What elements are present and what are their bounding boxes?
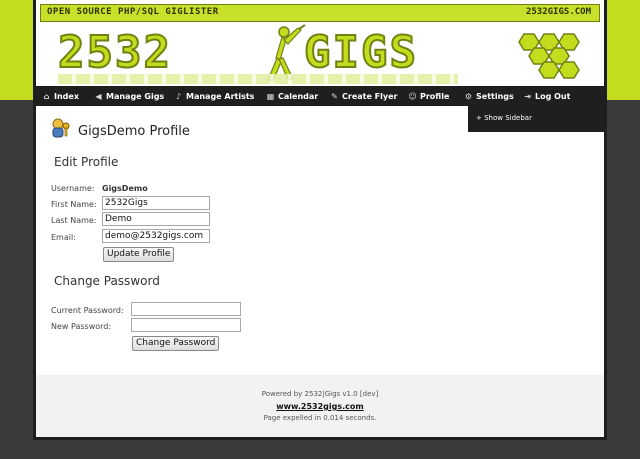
username-label: Username: xyxy=(51,184,95,193)
footer-powered-by: Powered by 2532|Gigs v1.0 [dev] xyxy=(261,390,379,398)
change-password-heading: Change Password xyxy=(54,274,160,288)
footer-site-link[interactable]: www.2532gigs.com xyxy=(276,402,364,411)
last-name-input[interactable] xyxy=(102,212,210,226)
site-tagline: OPEN SOURCE PHP/SQL GIGLISTER xyxy=(47,7,219,17)
nav-label: Log Out xyxy=(535,91,571,101)
page-container: OPEN SOURCE PHP/SQL GIGLISTER 2532GIGS.C… xyxy=(33,0,607,440)
first-name-input[interactable] xyxy=(102,196,210,210)
user-key-icon xyxy=(52,118,70,137)
new-password-label: New Password: xyxy=(51,322,112,331)
flyer-icon: ✎ xyxy=(331,91,338,101)
username-value: GigsDemo xyxy=(102,184,148,193)
email-input[interactable] xyxy=(102,229,210,243)
nav-item-index[interactable]: ⌂ Index xyxy=(42,86,79,106)
page-title-row: GigsDemo Profile xyxy=(50,116,190,139)
update-profile-button[interactable]: Update Profile xyxy=(103,247,175,262)
new-password-input[interactable] xyxy=(131,318,241,332)
current-password-label: Current Password: xyxy=(51,306,124,315)
settings-icon: ⚙ xyxy=(464,91,473,101)
email-label: Email: xyxy=(51,233,76,242)
nav-item-settings[interactable]: ⚙ Settings xyxy=(464,86,514,106)
footer: Powered by 2532|Gigs v1.0 [dev] www.2532… xyxy=(36,375,604,437)
last-name-label: Last Name: xyxy=(51,216,97,225)
calendar-icon: ▦ xyxy=(266,91,275,101)
nav-label: Create Flyer xyxy=(342,91,398,101)
footer-link-row: www.2532gigs.com xyxy=(36,402,604,411)
first-name-label: First Name: xyxy=(51,200,97,209)
logo-text-number: 2532 xyxy=(57,26,172,79)
nav-label: Settings xyxy=(476,91,514,101)
nav-label: Profile xyxy=(420,91,450,101)
hexagon-cluster-icon xyxy=(518,33,580,79)
home-icon: ⌂ xyxy=(43,91,50,101)
nav-item-log-out[interactable]: ⇥ Log Out xyxy=(523,86,570,106)
site-domain[interactable]: 2532GIGS.COM xyxy=(526,7,591,17)
footer-timing: Page expelled in 0.014 seconds. xyxy=(263,414,377,422)
nav-label: Index xyxy=(54,91,79,101)
nav-label: Manage Artists xyxy=(186,91,255,101)
nav-item-manage-artists[interactable]: ♪ Manage Artists xyxy=(174,86,255,106)
nav-item-create-flyer[interactable]: ✎ Create Flyer xyxy=(330,86,397,106)
logout-icon: ⇥ xyxy=(524,91,531,101)
page-title: GigsDemo Profile xyxy=(78,124,190,139)
nav-label: Calendar xyxy=(278,91,319,101)
current-password-input[interactable] xyxy=(131,302,241,316)
nav-item-calendar[interactable]: ▦ Calendar xyxy=(266,86,318,106)
banner: 2532 GIGS xyxy=(40,24,600,84)
show-sidebar-link[interactable]: + Show Sidebar xyxy=(476,114,532,122)
main-nav: ⌂ Index ◀ Manage Gigs ♪ Manage Artists ▦… xyxy=(36,86,604,106)
nav-item-profile[interactable]: ☺ Profile xyxy=(408,86,449,106)
logo-text-gigs: GIGS xyxy=(303,26,418,79)
profile-icon: ☺ xyxy=(408,91,417,101)
guitar-icon: ♪ xyxy=(175,91,182,101)
nav-item-manage-gigs[interactable]: ◀ Manage Gigs xyxy=(94,86,164,106)
nav-label: Manage Gigs xyxy=(106,91,165,101)
edit-profile-heading: Edit Profile xyxy=(54,155,119,169)
change-password-button[interactable]: Change Password xyxy=(132,336,220,351)
top-strip: OPEN SOURCE PHP/SQL GIGLISTER 2532GIGS.C… xyxy=(40,4,600,22)
settings-dropdown: + Show Sidebar xyxy=(468,106,604,132)
logo-reflection xyxy=(58,74,458,84)
speaker-icon: ◀ xyxy=(95,91,102,101)
